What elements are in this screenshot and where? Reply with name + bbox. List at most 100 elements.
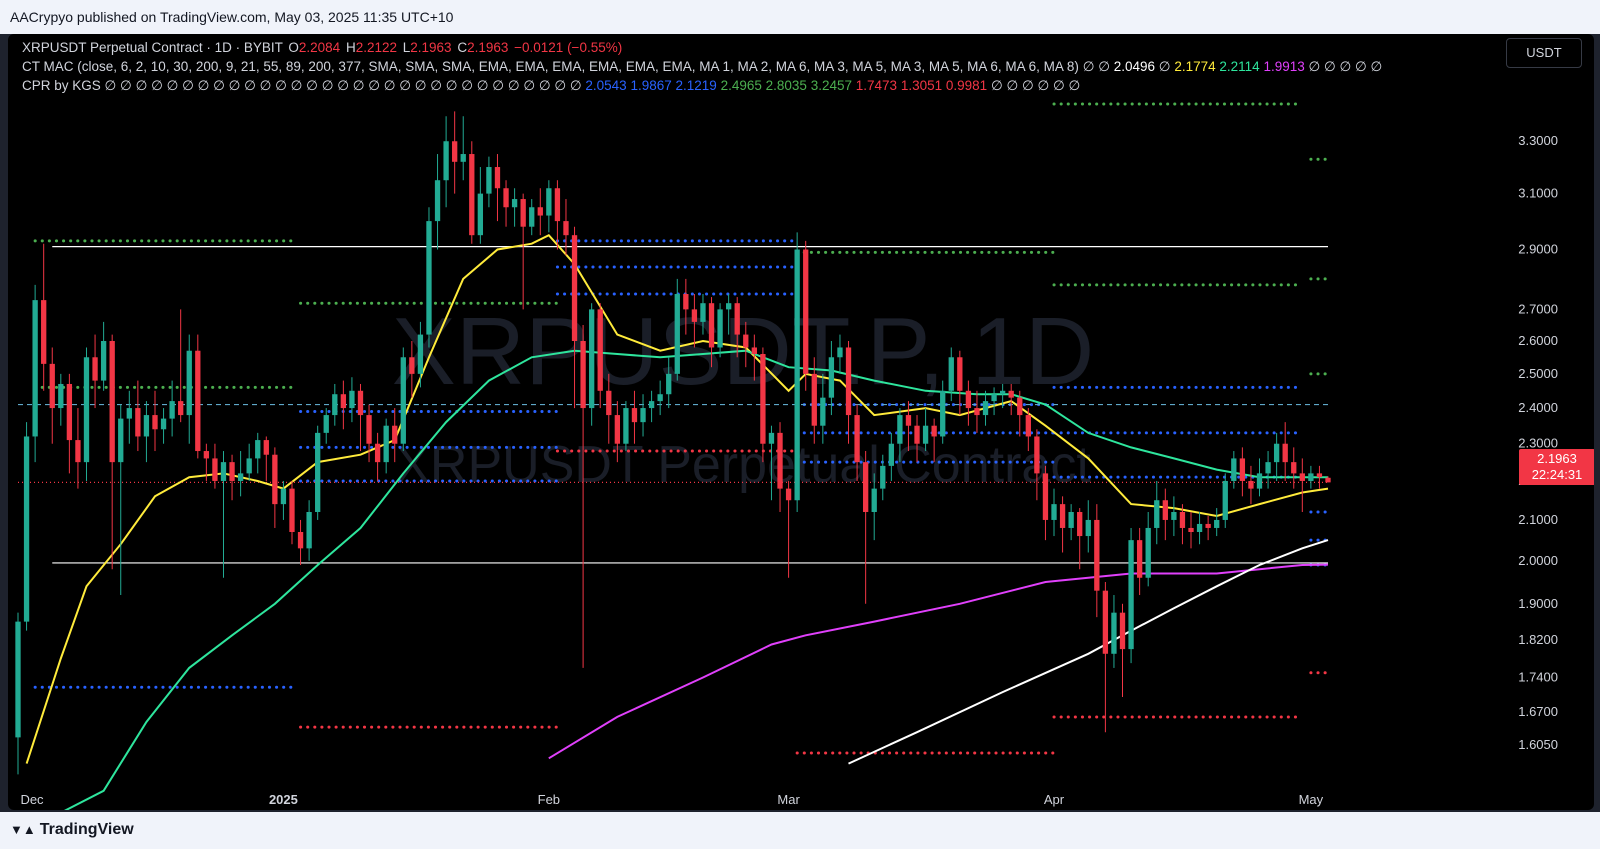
candle-body	[640, 408, 646, 423]
candle	[1154, 480, 1160, 545]
candle-body	[169, 401, 175, 419]
currency-button[interactable]: USDT	[1506, 38, 1582, 68]
candle	[1171, 496, 1177, 537]
candle-body	[811, 373, 817, 426]
candle	[777, 422, 783, 513]
legend-high: 2.2122	[355, 40, 397, 55]
candle-body	[315, 432, 321, 513]
candle-body	[674, 294, 680, 374]
legend-c-label: C	[457, 40, 468, 55]
candle	[529, 199, 535, 236]
legend-ctmac-name[interactable]: CT MAC (close, 6, 2, 10, 30, 200, 9, 21,…	[22, 59, 1079, 74]
candle	[83, 347, 90, 481]
candle-body	[306, 512, 312, 549]
candle	[374, 432, 381, 481]
candle	[477, 167, 484, 244]
candle-body	[529, 207, 535, 227]
legend-cpr-name[interactable]: CPR by KGS	[22, 78, 101, 93]
candle	[1068, 504, 1074, 541]
candle-body	[1231, 458, 1237, 481]
candle-body	[751, 347, 757, 354]
price-axis-label: 1.8200	[1518, 632, 1558, 647]
candle	[1299, 458, 1305, 513]
candle-body	[426, 221, 432, 335]
chart-panel[interactable]: XRPUSDT.P, 1D XRPUSDT Perpetual Contract…	[8, 34, 1594, 810]
legend-cpr-b1: 2.0543	[585, 78, 627, 93]
legend-ohlc: XRPUSDT Perpetual Contract · 1D · BYBIT …	[22, 40, 622, 55]
candle	[66, 373, 73, 474]
candle-body	[1291, 462, 1297, 474]
candle-body	[477, 193, 484, 236]
candle-body	[229, 462, 235, 481]
candle	[1128, 527, 1134, 664]
candle-body	[648, 401, 655, 409]
ma-line-3	[848, 539, 1329, 765]
candle-body	[220, 462, 227, 481]
tradingview-logo[interactable]: ▼▲ TradingView	[10, 821, 134, 839]
candle-body	[743, 334, 749, 348]
candle	[246, 443, 252, 481]
candle-body	[178, 401, 184, 416]
candle-body	[1025, 415, 1031, 437]
candle-body	[1162, 500, 1168, 520]
candle-body	[1068, 512, 1074, 528]
legend-ctmac-sep: ∅	[1158, 59, 1171, 74]
candle-body	[657, 394, 663, 402]
time-axis-label: 2025	[269, 792, 298, 807]
candle	[263, 436, 269, 481]
candle-body	[725, 303, 732, 310]
candle-body	[1188, 527, 1194, 533]
legend-cpr-r1: 1.7473	[855, 78, 898, 93]
footer: ▼▲ TradingView	[0, 812, 1600, 849]
tradingview-logo-icon: ▼▲	[10, 822, 36, 837]
candle	[1214, 508, 1220, 537]
candle	[1042, 465, 1049, 541]
candle-body	[768, 432, 775, 444]
candle	[118, 404, 124, 596]
candle	[212, 443, 218, 489]
candle-body	[546, 188, 552, 216]
candle	[1256, 458, 1263, 497]
legend-cpr-prefix: ∅ ∅ ∅ ∅ ∅ ∅ ∅ ∅ ∅ ∅ ∅ ∅ ∅ ∅ ∅ ∅ ∅ ∅ ∅ ∅ …	[104, 78, 582, 93]
candle	[315, 425, 321, 520]
candle-body	[785, 488, 792, 501]
candle-body	[1325, 477, 1331, 483]
candle	[862, 451, 869, 604]
candle	[1248, 465, 1254, 505]
candle	[195, 334, 201, 459]
candle	[674, 278, 680, 381]
footer-brand: TradingView	[39, 821, 134, 838]
candle	[126, 390, 132, 444]
candle-body	[297, 532, 304, 549]
candle-body	[999, 390, 1006, 395]
candle-body	[255, 440, 261, 459]
candle-body	[700, 303, 706, 322]
candle	[1188, 512, 1194, 549]
candle-body	[554, 188, 561, 222]
price-axis-label: 3.1000	[1518, 186, 1558, 201]
candle	[229, 454, 235, 501]
candle-body	[794, 249, 800, 501]
candle-body	[1256, 473, 1263, 489]
candle-body	[597, 309, 603, 391]
candle-body	[1102, 590, 1109, 654]
candle-body	[1308, 473, 1314, 481]
legend-h-label: H	[345, 40, 356, 55]
legend-low: 2.1963	[410, 40, 452, 55]
legend-change: −0.0121 (−0.55%)	[514, 40, 623, 55]
candle-body	[940, 390, 946, 437]
candle-body	[1282, 443, 1288, 463]
candle	[323, 408, 329, 444]
candle-body	[571, 235, 578, 341]
candle	[1231, 451, 1237, 489]
legend-symbol[interactable]: XRPUSDT Perpetual Contract · 1D · BYBIT	[22, 40, 283, 55]
legend-ctmac-v1: 2.0496	[1113, 59, 1156, 74]
candle-body	[982, 401, 989, 416]
price-chart[interactable]: XRPUSDT.P, 1D XRPUSDT Perpetual Contract…	[8, 34, 1594, 810]
candle-body	[1017, 397, 1023, 416]
candle	[580, 325, 586, 668]
candle-body	[1179, 512, 1186, 528]
candle	[1145, 512, 1151, 587]
candle	[255, 432, 261, 474]
candle	[383, 418, 389, 474]
